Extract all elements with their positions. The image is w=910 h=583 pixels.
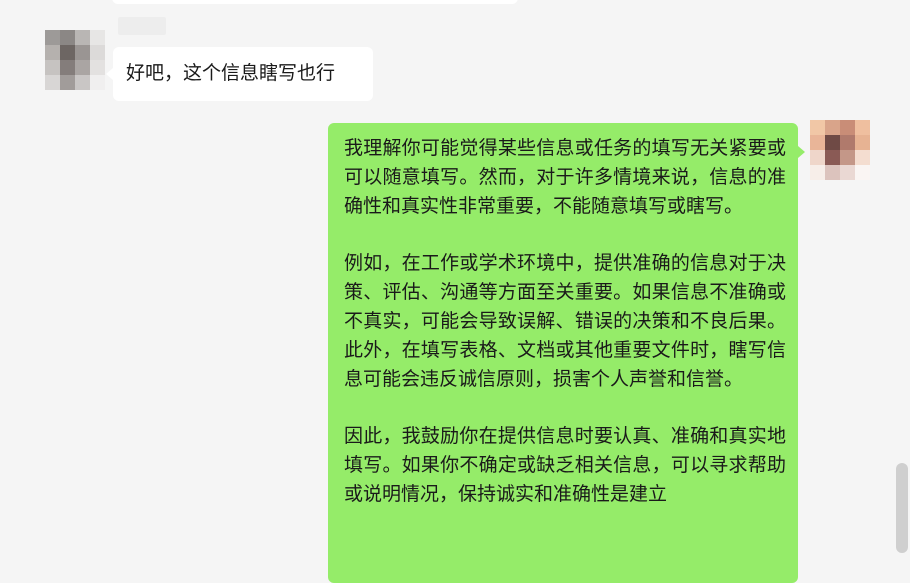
self-avatar-icon[interactable] — [810, 120, 870, 180]
contact-avatar-icon[interactable] — [45, 30, 105, 90]
previous-message-bubble — [112, 0, 518, 4]
outgoing-message-bubble[interactable]: 我理解你可能觉得某些信息或任务的填写无关紧要或可以随意填写。然而，对于许多情境来… — [328, 123, 805, 583]
outgoing-message-text: 我理解你可能觉得某些信息或任务的填写无关紧要或可以随意填写。然而，对于许多情境来… — [344, 134, 786, 509]
scrollbar-thumb[interactable] — [896, 463, 908, 553]
outgoing-paragraph-3: 因此，我鼓励你在提供信息时要认真、准确和真实地填写。如果你不确定或缺乏相关信息，… — [344, 425, 786, 505]
contact-name-blurred — [118, 17, 166, 35]
incoming-message-text: 好吧，这个信息瞎写也行 — [126, 62, 336, 84]
outgoing-paragraph-1: 我理解你可能觉得某些信息或任务的填写无关紧要或可以随意填写。然而，对于许多情境来… — [344, 137, 786, 217]
incoming-message-bubble[interactable]: 好吧，这个信息瞎写也行 — [106, 47, 373, 101]
outgoing-paragraph-2: 例如，在工作或学术环境中，提供准确的信息对于决策、评估、沟通等方面至关重要。如果… — [344, 252, 786, 390]
